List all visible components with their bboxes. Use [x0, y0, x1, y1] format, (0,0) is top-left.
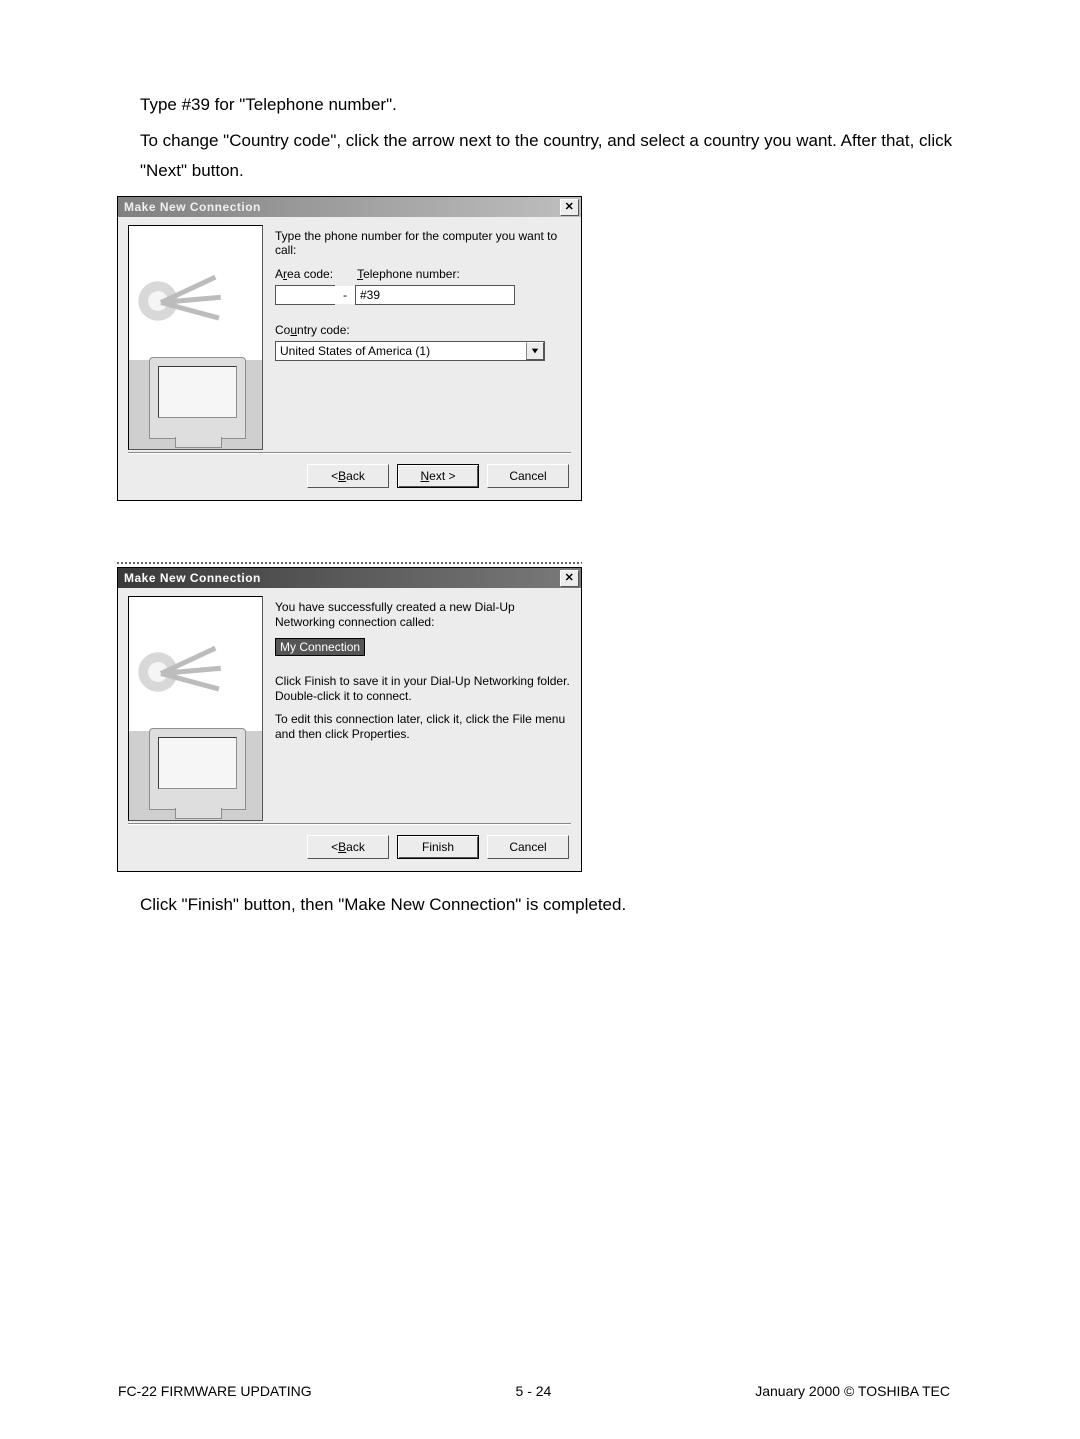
country-code-combo[interactable]	[275, 341, 545, 361]
document-page: Type #39 for "Telephone number". To chan…	[0, 0, 1080, 1439]
dialog-finish-buttons: < Back Finish Cancel	[118, 825, 581, 871]
finish-intro-text: You have successfully created a new Dial…	[275, 600, 571, 630]
dialog-finish-titlebar: Make New Connection ✕	[118, 568, 581, 588]
area-code-label: Area code:	[275, 267, 333, 281]
finish-button[interactable]: Finish	[397, 835, 479, 859]
telephone-number-label: Telephone number:	[357, 267, 460, 281]
close-icon[interactable]: ✕	[560, 570, 579, 587]
instruction-line-1: Type #39 for "Telephone number".	[140, 90, 970, 120]
instruction-line-2: To change "Country code", click the arro…	[140, 126, 970, 186]
decorative-dotline	[117, 561, 582, 565]
phone-prompt: Type the phone number for the computer y…	[275, 229, 571, 257]
dialog-phone-buttons: < Back Next > Cancel	[118, 454, 581, 500]
dialog-finish-content: You have successfully created a new Dial…	[263, 596, 571, 823]
dialog-finish-body: You have successfully created a new Dial…	[118, 588, 581, 823]
cancel-button[interactable]: Cancel	[487, 464, 569, 488]
wizard-banner-image	[128, 596, 263, 821]
telephone-number-input[interactable]	[355, 285, 515, 305]
dialog-finish-title: Make New Connection	[124, 571, 560, 585]
finish-edit-text: To edit this connection later, click it,…	[275, 712, 571, 742]
separator-dash: -	[343, 288, 347, 302]
back-button[interactable]: < Back	[307, 464, 389, 488]
connection-name-highlight: My Connection	[275, 638, 365, 656]
dialog-phone: Make New Connection ✕ Type the phone num…	[117, 196, 582, 501]
dialog-phone-body: Type the phone number for the computer y…	[118, 217, 581, 452]
back-button[interactable]: < Back	[307, 835, 389, 859]
close-icon[interactable]: ✕	[560, 199, 579, 216]
area-code-combo[interactable]	[275, 285, 335, 305]
country-code-input[interactable]	[276, 342, 526, 360]
wizard-banner-image	[128, 225, 263, 450]
country-code-label: Country code:	[275, 323, 571, 337]
instruction-line-3: Click "Finish" button, then "Make New Co…	[140, 890, 970, 920]
cancel-button[interactable]: Cancel	[487, 835, 569, 859]
page-footer: FC-22 FIRMWARE UPDATING 5 - 24 January 2…	[0, 1383, 1080, 1399]
dialog-phone-form: Type the phone number for the computer y…	[263, 225, 571, 452]
chevron-down-icon[interactable]	[526, 342, 544, 360]
dialog-phone-titlebar: Make New Connection ✕	[118, 197, 581, 217]
dialog-finish: Make New Connection ✕ You have successfu…	[117, 567, 582, 872]
next-button[interactable]: Next >	[397, 464, 479, 488]
dialog-phone-title: Make New Connection	[124, 200, 560, 214]
footer-right: January 2000 © TOSHIBA TEC	[755, 1383, 950, 1399]
finish-save-text: Click Finish to save it in your Dial-Up …	[275, 674, 571, 704]
footer-left: FC-22 FIRMWARE UPDATING	[118, 1383, 312, 1399]
footer-center: 5 - 24	[516, 1383, 552, 1399]
